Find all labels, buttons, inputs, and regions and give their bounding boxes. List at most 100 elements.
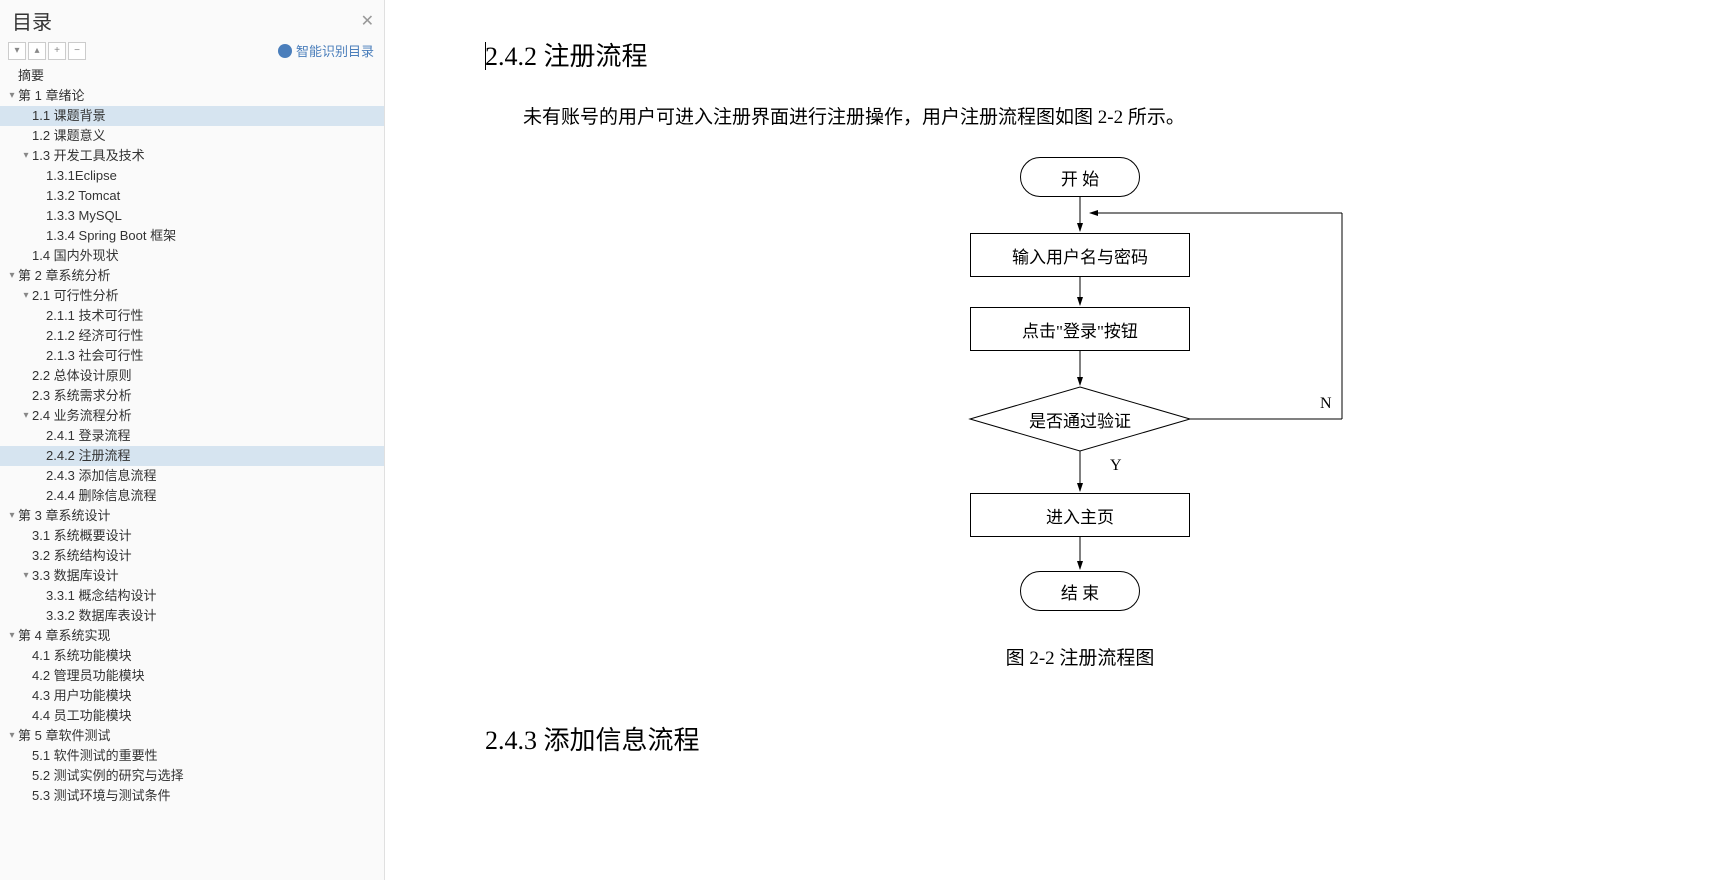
toc-item[interactable]: ▾第 5 章软件测试 (0, 726, 384, 746)
toc-item[interactable]: 4.4 员工功能模块 (0, 706, 384, 726)
toc-item[interactable]: ▾2.1 可行性分析 (0, 286, 384, 306)
toc-item[interactable]: 5.2 测试实例的研究与选择 (0, 766, 384, 786)
toc-item[interactable]: 1.3.3 MySQL (0, 206, 384, 226)
toc-item[interactable]: 摘要 (0, 66, 384, 86)
toc-item[interactable]: 2.1.2 经济可行性 (0, 326, 384, 346)
sidebar-header: 目录 ✕ (0, 0, 384, 39)
toc-item[interactable]: ▾第 1 章绪论 (0, 86, 384, 106)
toc-item-label: 第 1 章绪论 (18, 86, 84, 106)
toc-item[interactable]: 3.1 系统概要设计 (0, 526, 384, 546)
toc-item[interactable]: 1.4 国内外现状 (0, 246, 384, 266)
toc-item[interactable]: 2.1.3 社会可行性 (0, 346, 384, 366)
toc-item-label: 1.3 开发工具及技术 (32, 146, 145, 166)
toc-item-label: 1.2 课题意义 (32, 126, 106, 146)
toc-item-label: 2.2 总体设计原则 (32, 366, 132, 386)
heading-243: 2.4.3 添加信息流程 (485, 720, 1675, 757)
toc-tree[interactable]: 摘要▾第 1 章绪论1.1 课题背景1.2 课题意义▾1.3 开发工具及技术1.… (0, 66, 384, 880)
document-content: 2.4.2 注册流程 未有账号的用户可进入注册界面进行注册操作，用户注册流程图如… (385, 0, 1735, 880)
toc-item[interactable]: 1.3.4 Spring Boot 框架 (0, 226, 384, 246)
chevron-down-icon[interactable]: ▾ (6, 266, 18, 286)
toc-item[interactable]: 2.1.1 技术可行性 (0, 306, 384, 326)
toc-item[interactable]: 2.4.2 注册流程 (0, 446, 384, 466)
toc-item[interactable]: ▾第 3 章系统设计 (0, 506, 384, 526)
flowchart-register: 开 始 输入用户名与密码 点击"登录"按钮 是否通过验证 Y N 进入主页 结 … (730, 153, 1430, 633)
remove-icon[interactable]: − (68, 42, 86, 60)
flow-home: 进入主页 (970, 493, 1190, 537)
chevron-down-icon[interactable]: ▾ (20, 406, 32, 426)
toc-item[interactable]: 1.1 课题背景 (0, 106, 384, 126)
toc-item-label: 5.3 测试环境与测试条件 (32, 786, 171, 806)
chevron-down-icon[interactable]: ▾ (6, 86, 18, 106)
toc-item-label: 1.3.1Eclipse (46, 166, 117, 186)
toc-item[interactable]: 2.4.1 登录流程 (0, 426, 384, 446)
toc-item[interactable]: 1.3.2 Tomcat (0, 186, 384, 206)
flow-start: 开 始 (1020, 157, 1140, 197)
expand-down-icon[interactable]: ▾ (8, 42, 26, 60)
toc-item[interactable]: 2.3 系统需求分析 (0, 386, 384, 406)
add-icon[interactable]: + (48, 42, 66, 60)
toc-item-label: 2.1.2 经济可行性 (46, 326, 144, 346)
toc-item-label: 2.4 业务流程分析 (32, 406, 132, 426)
flow-click: 点击"登录"按钮 (970, 307, 1190, 351)
toc-item[interactable]: ▾2.4 业务流程分析 (0, 406, 384, 426)
toc-item[interactable]: 3.3.2 数据库表设计 (0, 606, 384, 626)
toc-item-label: 4.3 用户功能模块 (32, 686, 132, 706)
toc-item[interactable]: 2.2 总体设计原则 (0, 366, 384, 386)
chevron-down-icon[interactable]: ▾ (6, 726, 18, 746)
toc-item-label: 3.3.2 数据库表设计 (46, 606, 157, 626)
flowchart-svg (730, 153, 1430, 633)
flow-yes-label: Y (1110, 457, 1122, 475)
chevron-down-icon[interactable]: ▾ (20, 566, 32, 586)
toc-item-label: 4.4 员工功能模块 (32, 706, 132, 726)
toc-item[interactable]: 4.1 系统功能模块 (0, 646, 384, 666)
toc-item[interactable]: 3.2 系统结构设计 (0, 546, 384, 566)
flowchart-caption: 图 2-2 注册流程图 (485, 643, 1675, 670)
toc-item-label: 3.1 系统概要设计 (32, 526, 132, 546)
toc-item-label: 2.1.3 社会可行性 (46, 346, 144, 366)
toc-item[interactable]: ▾1.3 开发工具及技术 (0, 146, 384, 166)
toc-item[interactable]: ▾3.3 数据库设计 (0, 566, 384, 586)
chevron-down-icon[interactable]: ▾ (6, 626, 18, 646)
tool-icons: ▾ ▴ + − (8, 42, 86, 60)
toc-item[interactable]: 5.3 测试环境与测试条件 (0, 786, 384, 806)
smart-recognition-label: 智能识别目录 (296, 41, 374, 60)
collapse-up-icon[interactable]: ▴ (28, 42, 46, 60)
toc-item-label: 3.3.1 概念结构设计 (46, 586, 157, 606)
toc-item[interactable]: 2.4.4 删除信息流程 (0, 486, 384, 506)
toc-item-label: 1.3.2 Tomcat (46, 186, 120, 206)
toc-item-label: 2.1 可行性分析 (32, 286, 119, 306)
toc-item[interactable]: 1.3.1Eclipse (0, 166, 384, 186)
toc-item[interactable]: 4.3 用户功能模块 (0, 686, 384, 706)
toc-item-label: 2.3 系统需求分析 (32, 386, 132, 406)
sidebar-toolbar: ▾ ▴ + − 智能识别目录 (0, 39, 384, 66)
toc-item[interactable]: 2.4.3 添加信息流程 (0, 466, 384, 486)
toc-item-label: 1.3.3 MySQL (46, 206, 122, 226)
toc-item-label: 第 4 章系统实现 (18, 626, 110, 646)
toc-item-label: 2.4.2 注册流程 (46, 446, 131, 466)
toc-item-label: 5.2 测试实例的研究与选择 (32, 766, 184, 786)
toc-item[interactable]: ▾第 4 章系统实现 (0, 626, 384, 646)
toc-item-label: 2.1.1 技术可行性 (46, 306, 144, 326)
toc-item-label: 4.2 管理员功能模块 (32, 666, 145, 686)
toc-item[interactable]: 4.2 管理员功能模块 (0, 666, 384, 686)
text-cursor (485, 42, 486, 70)
toc-item[interactable]: 1.2 课题意义 (0, 126, 384, 146)
sidebar-title: 目录 (12, 6, 52, 35)
smart-recognition-button[interactable]: 智能识别目录 (278, 41, 374, 60)
toc-item[interactable]: ▾第 2 章系统分析 (0, 266, 384, 286)
close-icon[interactable]: ✕ (361, 11, 374, 31)
toc-item[interactable]: 5.1 软件测试的重要性 (0, 746, 384, 766)
toc-item-label: 第 3 章系统设计 (18, 506, 110, 526)
toc-item-label: 1.1 课题背景 (32, 106, 106, 126)
chevron-down-icon[interactable]: ▾ (6, 506, 18, 526)
flow-end: 结 束 (1020, 571, 1140, 611)
flow-input: 输入用户名与密码 (970, 233, 1190, 277)
toc-item-label: 1.3.4 Spring Boot 框架 (46, 226, 176, 246)
toc-sidebar: 目录 ✕ ▾ ▴ + − 智能识别目录 摘要▾第 1 章绪论1.1 课题背景1.… (0, 0, 385, 880)
toc-item[interactable]: 3.3.1 概念结构设计 (0, 586, 384, 606)
flow-decision: 是否通过验证 (1010, 407, 1150, 431)
chevron-down-icon[interactable]: ▾ (20, 286, 32, 306)
chevron-down-icon[interactable]: ▾ (20, 146, 32, 166)
toc-item-label: 2.4.1 登录流程 (46, 426, 131, 446)
toc-item-label: 4.1 系统功能模块 (32, 646, 132, 666)
